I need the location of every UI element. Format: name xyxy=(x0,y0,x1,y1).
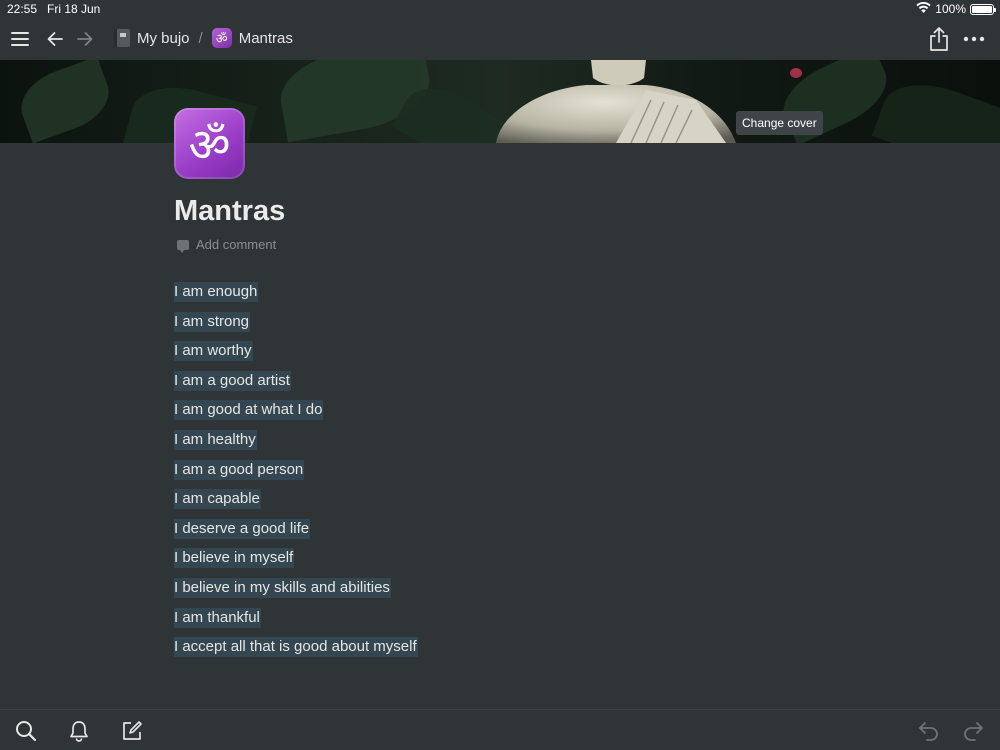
mantra-text: I accept all that is good about myself xyxy=(174,637,418,658)
mantra-list: I am enough I am strong I am worthy I am… xyxy=(174,282,418,667)
list-item[interactable]: I am healthy xyxy=(174,429,418,460)
mantra-text: I am strong xyxy=(174,311,251,332)
breadcrumb: My bujo / ॐ Mantras xyxy=(114,28,293,48)
om-icon: ॐ xyxy=(211,28,232,48)
status-date: Fri 18 Jun xyxy=(47,2,101,16)
breadcrumb-current-label: Mantras xyxy=(238,29,293,47)
flower-accent xyxy=(790,68,802,78)
statue-figure xyxy=(496,60,736,143)
list-item[interactable]: I am a good artist xyxy=(174,370,418,401)
undo-icon[interactable] xyxy=(917,719,941,743)
notion-page-screen: 22:55 Fri 18 Jun 100% My bujo / ॐ Mantra… xyxy=(0,0,1000,750)
bottom-toolbar xyxy=(0,709,1000,750)
battery-level xyxy=(972,5,992,13)
list-item[interactable]: I deserve a good life xyxy=(174,518,418,549)
arrow-left-icon[interactable] xyxy=(45,29,65,49)
mantra-text: I am thankful xyxy=(174,607,261,628)
bell-icon[interactable] xyxy=(67,719,91,743)
mantra-text: I am capable xyxy=(174,489,261,510)
list-item[interactable]: I believe in myself xyxy=(174,548,418,578)
list-item[interactable]: I accept all that is good about myself xyxy=(174,637,418,667)
change-cover-button[interactable]: Change cover xyxy=(736,111,823,135)
status-indicators: 100% xyxy=(916,1,996,16)
redo-icon[interactable] xyxy=(961,719,985,743)
hamburger-icon[interactable] xyxy=(10,29,30,49)
breadcrumb-current[interactable]: ॐ Mantras xyxy=(211,28,293,48)
breadcrumb-parent[interactable]: My bujo xyxy=(114,29,190,47)
add-comment-button[interactable]: Add comment xyxy=(177,237,277,253)
list-item[interactable]: I am a good person xyxy=(174,459,418,490)
mantra-text: I am a good artist xyxy=(174,370,291,391)
breadcrumb-separator: / xyxy=(198,29,203,47)
mantra-text: I am good at what I do xyxy=(174,400,324,421)
search-icon[interactable] xyxy=(14,719,38,743)
foliage-leaf xyxy=(12,60,118,143)
battery-icon xyxy=(970,3,996,15)
battery-percentage: 100% xyxy=(935,2,966,16)
navigation-bar: My bujo / ॐ Mantras xyxy=(0,18,1000,60)
compose-icon[interactable] xyxy=(120,719,144,743)
page-title[interactable]: Mantras xyxy=(174,195,285,228)
status-bar: 22:55 Fri 18 Jun 100% xyxy=(0,0,1000,18)
mantra-text: I deserve a good life xyxy=(174,518,311,539)
cover-image[interactable] xyxy=(0,60,1000,143)
share-icon[interactable] xyxy=(928,26,950,52)
wifi-icon xyxy=(916,1,931,16)
list-item[interactable]: I am good at what I do xyxy=(174,400,418,430)
arrow-right-icon[interactable] xyxy=(75,29,95,49)
list-item[interactable]: I am worthy xyxy=(174,341,418,371)
add-comment-label: Add comment xyxy=(196,237,277,252)
breadcrumb-parent-label: My bujo xyxy=(137,29,190,47)
list-item[interactable]: I believe in my skills and abilities xyxy=(174,577,418,608)
comment-icon xyxy=(177,239,189,253)
mantra-text: I believe in myself xyxy=(174,548,295,569)
mantra-text: I am healthy xyxy=(174,429,257,450)
mantra-text: I am a good person xyxy=(174,459,305,480)
list-item[interactable]: I am thankful xyxy=(174,607,418,638)
list-item[interactable]: I am capable xyxy=(174,489,418,519)
mantra-text: I am worthy xyxy=(174,341,253,362)
more-horizontal-icon[interactable] xyxy=(962,29,986,49)
mantra-text: I believe in my skills and abilities xyxy=(174,577,391,598)
notebook-icon xyxy=(114,29,130,47)
list-item[interactable]: I am enough xyxy=(174,282,418,312)
mantra-text: I am enough xyxy=(174,282,259,302)
status-time: 22:55 xyxy=(7,2,38,16)
page-icon-om[interactable]: ॐ xyxy=(174,108,245,179)
foliage-leaf xyxy=(871,69,1000,143)
list-item[interactable]: I am strong xyxy=(174,311,418,342)
